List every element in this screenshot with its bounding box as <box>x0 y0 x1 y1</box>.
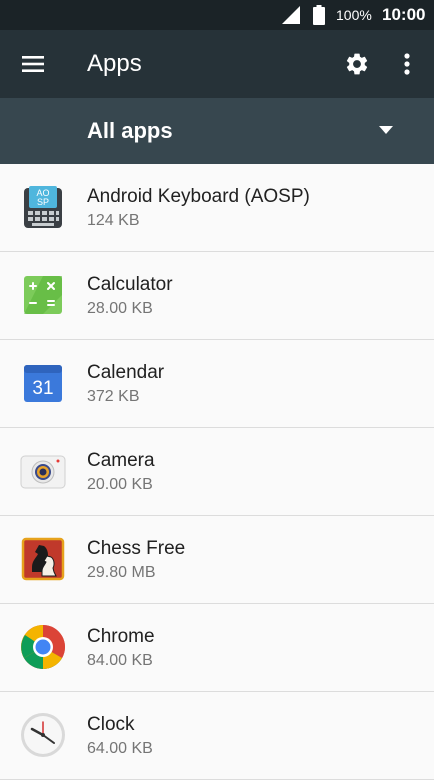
app-name: Camera <box>87 450 155 471</box>
app-size: 20.00 KB <box>87 476 153 493</box>
dropdown-triangle-icon <box>379 126 393 134</box>
camera-icon <box>20 448 66 494</box>
clock-time: 10:00 <box>382 5 426 24</box>
app-size: 372 KB <box>87 388 140 405</box>
calendar-date-text: 31 <box>32 378 53 399</box>
svg-text:SP: SP <box>37 197 49 207</box>
chrome-icon <box>20 624 66 670</box>
chess-icon <box>20 536 66 582</box>
gear-icon[interactable] <box>344 51 370 77</box>
app-size: 64.00 KB <box>87 740 153 757</box>
more-vert-icon[interactable] <box>396 51 418 77</box>
calculator-icon <box>20 272 66 318</box>
page-title: Apps <box>87 50 142 77</box>
hamburger-menu-icon[interactable] <box>22 54 46 74</box>
battery-percent: 100% <box>336 7 372 23</box>
app-name: Calculator <box>87 274 173 295</box>
list-item-android-keyboard[interactable]: AO SP Android Keyboard (AOSP) 124 KB <box>0 164 434 252</box>
battery-icon <box>313 5 325 25</box>
app-size: 28.00 KB <box>87 300 153 317</box>
app-size: 124 KB <box>87 212 140 229</box>
app-size: 84.00 KB <box>87 652 153 669</box>
list-item-camera[interactable]: Camera 20.00 KB <box>0 428 434 516</box>
keyboard-icon: AO SP <box>20 184 66 230</box>
signal-icon <box>282 6 300 24</box>
status-bar: 100% 10:00 <box>0 0 434 30</box>
clock-icon <box>20 712 66 758</box>
toolbar: Apps <box>0 30 434 98</box>
filter-label: All apps <box>87 118 173 143</box>
list-item-calculator[interactable]: Calculator 28.00 KB <box>0 252 434 340</box>
app-list: AO SP Android Keyboard (AOSP) 124 KB Cal… <box>0 164 434 780</box>
app-name: Android Keyboard (AOSP) <box>87 186 310 207</box>
list-item-clock[interactable]: Clock 64.00 KB <box>0 692 434 780</box>
app-name: Calendar <box>87 362 165 383</box>
app-name: Clock <box>87 714 135 735</box>
list-item-chrome[interactable]: Chrome 84.00 KB <box>0 604 434 692</box>
app-name: Chrome <box>87 626 155 647</box>
list-item-calendar[interactable]: 31 Calendar 372 KB <box>0 340 434 428</box>
calendar-icon: 31 <box>20 360 66 406</box>
app-size: 29.80 MB <box>87 564 156 581</box>
app-name: Chess Free <box>87 538 186 559</box>
app-filter-dropdown[interactable]: All apps <box>0 98 434 164</box>
list-item-chess-free[interactable]: Chess Free 29.80 MB <box>0 516 434 604</box>
